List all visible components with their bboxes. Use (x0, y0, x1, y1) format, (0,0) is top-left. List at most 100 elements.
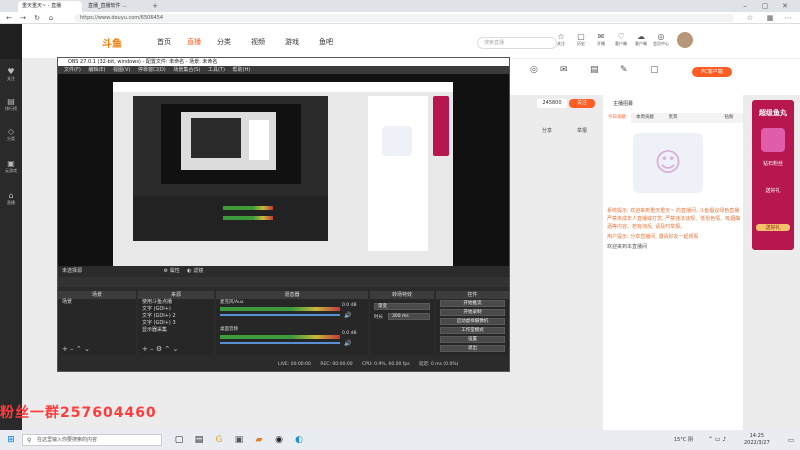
follow-button[interactable]: 关注 (569, 99, 595, 108)
maximize-icon[interactable]: ▢ (760, 0, 770, 12)
close-icon[interactable]: ✕ (780, 0, 790, 12)
scene-item[interactable]: 场景 (58, 299, 136, 306)
app-g-icon[interactable]: G (212, 433, 226, 447)
edge-taskbar-icon[interactable]: ◐ (292, 433, 306, 447)
promo-banner[interactable]: 超级鱼丸 钻石粉丝 送好礼 送好礼 (752, 100, 794, 250)
minimize-icon[interactable]: – (740, 0, 750, 12)
follow-top-icon[interactable]: ☆ 关注 (552, 32, 570, 47)
share-link[interactable]: 分享 (542, 127, 552, 134)
sidebar-item-category[interactable]: ◇ 分类 (0, 127, 22, 142)
source-item[interactable]: 文字 (GDI+) 2 (138, 313, 214, 320)
client-top-icon[interactable]: ♡ 客户端 (612, 32, 630, 47)
browser-tab-1[interactable]: 重天重天~ - 直播 (18, 1, 82, 12)
notification-icon[interactable]: ▭ (784, 433, 798, 447)
favorites-icon[interactable]: ☆ (745, 12, 755, 24)
menu-file[interactable]: 文件(F) (64, 67, 81, 73)
app-icon[interactable]: ▣ (232, 433, 246, 447)
tab-diamond[interactable]: 钻粉 (715, 113, 743, 123)
nav-games[interactable]: 游戏 (285, 37, 299, 47)
source-item[interactable]: 文字 (GDI+) (138, 306, 214, 313)
menu-tools[interactable]: 工具(T) (208, 67, 225, 73)
forward-icon[interactable]: → (18, 12, 28, 24)
remove-icon[interactable]: – (150, 345, 154, 353)
sidebar-item-cloudgame[interactable]: ▣ 云游戏 (0, 159, 22, 174)
studio-mode-button[interactable]: 工作室模式 (440, 327, 505, 334)
promo-badge[interactable]: 送好礼 (756, 224, 790, 231)
obs-taskbar-icon[interactable]: ◉ (272, 433, 286, 447)
history-top-icon[interactable]: ▢ 历史 (572, 32, 590, 47)
filter-icon[interactable]: ◐ (187, 268, 191, 274)
source-item[interactable]: 显示器采集 (138, 327, 214, 334)
source-item[interactable]: 使用斗鱼点播 (138, 299, 214, 306)
sidebar-item-follow[interactable]: ♥ 关注 (0, 67, 22, 82)
nav-yuba[interactable]: 鱼吧 (319, 37, 333, 47)
pc-client-button[interactable]: PC客户端 (692, 67, 732, 77)
menu-view[interactable]: 视图(V) (113, 67, 130, 73)
start-streaming-button[interactable]: 开始推流 (440, 300, 505, 307)
source-item[interactable]: 文字 (GDI+) 3 (138, 320, 214, 327)
reload-icon[interactable]: ↻ (32, 12, 42, 24)
avatar[interactable] (677, 32, 693, 48)
transition-select[interactable]: 渐变 (374, 303, 430, 310)
edit-icon[interactable]: ✎ (620, 65, 628, 75)
duration-field[interactable]: 300 ms (388, 313, 430, 320)
new-tab-icon[interactable]: + (150, 0, 160, 12)
task-view-icon[interactable]: ▢ (172, 433, 186, 447)
settings-icon[interactable]: ⚙ (156, 345, 162, 353)
url-field[interactable]: https://www.douyu.com/6506454 (74, 14, 734, 22)
tab-week[interactable]: 本周贡献 (631, 113, 659, 123)
cloud-top-icon[interactable]: ☁ 客户端 (632, 32, 650, 47)
gear-icon[interactable]: ⚙ (164, 268, 168, 274)
collections-icon[interactable]: ▦ (765, 12, 775, 24)
member-top-icon[interactable]: ◎ 会员中心 (652, 32, 670, 47)
nav-category[interactable]: 分类 (217, 37, 231, 47)
settings-button[interactable]: 设置 (440, 336, 505, 343)
obs-preview[interactable] (58, 74, 509, 268)
down-icon[interactable]: ⌄ (172, 345, 178, 353)
browser-tab-2[interactable]: 直播_直播软件 ... (84, 1, 148, 12)
speaker-icon[interactable]: 🔊 (344, 312, 351, 319)
sidebar-item-rank[interactable]: ▤ 排行榜 (0, 97, 22, 112)
tab-vip[interactable]: 贵宾 (659, 113, 687, 123)
search-input[interactable]: 搜索直播 (477, 37, 557, 49)
douyu-logo[interactable]: 斗鱼 (102, 35, 122, 50)
sidebar-item-live[interactable]: ⌂ 直播 (0, 191, 22, 206)
taskbar-search-input[interactable]: 在这里输入你要搜索的内容 (22, 434, 162, 446)
gift-icon[interactable]: ▤ (590, 65, 599, 75)
broadcast-top-icon[interactable]: ✉ 开播 (592, 32, 610, 47)
nav-live[interactable]: 直播 (187, 37, 201, 47)
weather-status[interactable]: 15°C 阴 (674, 436, 693, 443)
home-icon[interactable]: ⌂ (46, 12, 56, 24)
start-recording-button[interactable]: 开始录制 (440, 309, 505, 316)
menu-scene-collection[interactable]: 场景集合(S) (173, 67, 200, 73)
app-icon[interactable]: ▢ (650, 65, 659, 75)
app-orange-icon[interactable]: ▰ (252, 433, 266, 447)
menu-help[interactable]: 帮助(H) (233, 67, 251, 73)
filters-button[interactable]: 滤镜 (193, 268, 203, 274)
taskbar-clock[interactable]: 14:25 2022/3/27 (744, 433, 770, 447)
file-explorer-icon[interactable]: ▤ (192, 433, 206, 447)
nav-video[interactable]: 视频 (251, 37, 265, 47)
chat-icon[interactable]: ✉ (560, 65, 568, 75)
menu-edit[interactable]: 编辑(E) (88, 67, 105, 73)
task-icon[interactable]: ◎ (530, 65, 538, 75)
mic-volume-slider[interactable] (220, 314, 340, 316)
exit-button[interactable]: 退出 (440, 345, 505, 352)
properties-button[interactable]: 属性 (170, 268, 180, 274)
desktop-volume-slider[interactable] (220, 342, 340, 344)
down-icon[interactable]: ⌄ (84, 345, 90, 353)
menu-docks[interactable]: 停靠窗口(D) (138, 67, 166, 73)
add-icon[interactable]: + (62, 345, 68, 353)
report-link[interactable]: 举报 (577, 127, 587, 134)
speaker-icon[interactable]: 🔊 (344, 340, 351, 347)
tab-today[interactable]: 今日贡献 (603, 113, 631, 123)
remove-icon[interactable]: – (70, 345, 74, 353)
more-icon[interactable]: ⋯ (783, 12, 793, 24)
windows-start-icon[interactable]: ⊞ (4, 433, 18, 447)
virtual-camera-button[interactable]: 启动虚拟摄像机 (440, 318, 505, 325)
up-icon[interactable]: ⌃ (164, 345, 170, 353)
tray-icons[interactable]: ⌃ ▭ ♪ (708, 436, 726, 443)
up-icon[interactable]: ⌃ (76, 345, 82, 353)
back-icon[interactable]: ← (4, 12, 14, 24)
host-recruit-label[interactable]: 主播招募 (613, 100, 633, 107)
